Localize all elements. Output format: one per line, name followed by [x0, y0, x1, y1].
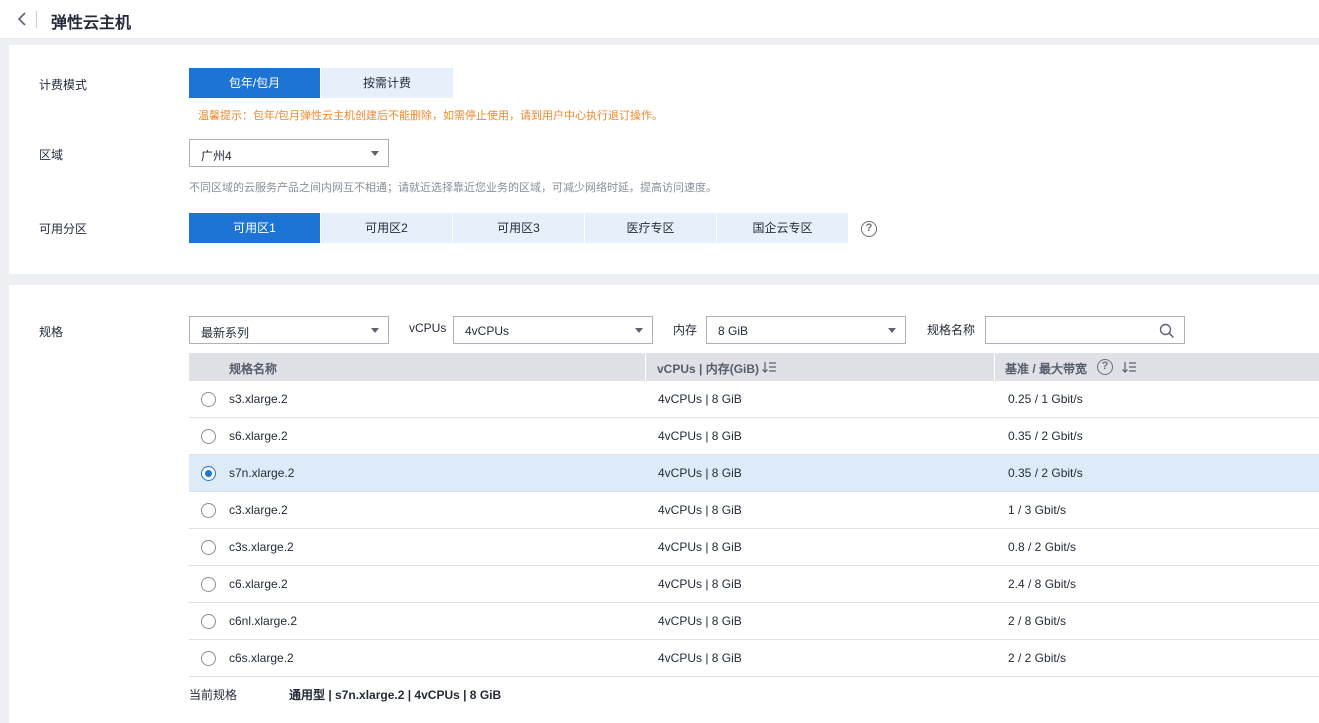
current-spec-label: 当前规格 — [189, 688, 238, 702]
column-divider — [645, 353, 646, 381]
series-select[interactable]: 最新系列 — [189, 316, 389, 344]
bandwidth-cell: 0.25 / 1 Gbit/s — [1008, 392, 1083, 406]
page-title: 弹性云主机 — [51, 15, 132, 32]
bandwidth-cell: 2.4 / 8 Gbit/s — [1008, 577, 1077, 591]
spec-name-cell: s6.xlarge.2 — [229, 429, 288, 443]
column-header-bandwidth[interactable]: 基准 / 最大带宽 — [1005, 360, 1087, 377]
spec-label: 规格 — [39, 325, 64, 339]
memory-label: 内存 — [673, 323, 698, 337]
vcpu-select[interactable]: 4vCPUs — [453, 316, 653, 344]
row-radio-button[interactable] — [201, 392, 216, 407]
chevron-down-icon — [371, 151, 379, 156]
column-header-name: 规格名称 — [229, 362, 278, 376]
bandwidth-cell: 0.8 / 2 Gbit/s — [1008, 540, 1077, 554]
sort-icon[interactable] — [762, 361, 776, 376]
chevron-down-icon — [888, 328, 896, 333]
billing-hint: 温馨提示：包年/包月弹性云主机创建后不能删除，如需停止使用，请到用户中心执行退订… — [198, 110, 664, 122]
row-radio-button[interactable] — [201, 540, 216, 555]
region-value: 广州4 — [201, 149, 232, 163]
spec-name-search[interactable] — [985, 316, 1185, 344]
spec-name-cell: c3s.xlarge.2 — [229, 540, 294, 554]
cpu-mem-cell: 4vCPUs | 8 GiB — [658, 540, 742, 554]
chevron-down-icon — [371, 328, 379, 333]
back-arrow-icon[interactable] — [14, 9, 32, 29]
row-radio-button[interactable] — [201, 503, 216, 518]
spec-name-cell: c6nl.xlarge.2 — [229, 614, 298, 628]
bandwidth-cell: 2 / 8 Gbit/s — [1008, 614, 1067, 628]
table-row[interactable]: c3.xlarge.2 4vCPUs | 8 GiB 1 / 3 Gbit/s — [189, 492, 1319, 529]
table-row[interactable]: c6s.xlarge.2 4vCPUs | 8 GiB 2 / 2 Gbit/s — [189, 640, 1319, 677]
memory-select[interactable]: 8 GiB — [706, 316, 906, 344]
table-row[interactable]: s6.xlarge.2 4vCPUs | 8 GiB 0.35 / 2 Gbit/s — [189, 418, 1319, 455]
cpu-mem-cell: 4vCPUs | 8 GiB — [658, 466, 742, 480]
region-label: 区域 — [39, 148, 64, 162]
row-radio-button[interactable] — [201, 429, 216, 444]
question-circle-icon[interactable]: ? — [1097, 359, 1113, 375]
chevron-down-icon — [635, 328, 643, 333]
table-row[interactable]: s7n.xlarge.2 4vCPUs | 8 GiB 0.35 / 2 Gbit/… — [189, 455, 1319, 492]
table-row[interactable]: c6nl.xlarge.2 4vCPUs | 8 GiB 2 / 8 Gbit/s — [189, 603, 1319, 640]
spec-name-cell: c3.xlarge.2 — [229, 503, 288, 517]
bandwidth-cell: 1 / 3 Gbit/s — [1008, 503, 1067, 517]
series-value: 最新系列 — [201, 326, 250, 340]
spec-name-cell: s3.xlarge.2 — [229, 392, 288, 406]
row-radio-button[interactable] — [201, 466, 216, 481]
cpu-mem-cell: 4vCPUs | 8 GiB — [658, 614, 742, 628]
row-radio-button[interactable] — [201, 651, 216, 666]
sort-icon[interactable] — [1122, 361, 1136, 376]
memory-value: 8 GiB — [718, 324, 749, 338]
spec-name-label: 规格名称 — [927, 323, 976, 337]
az-option-2[interactable]: 可用区2 — [321, 213, 452, 243]
spec-table: 规格名称 vCPUs | 内存(GiB) 基准 / 最大带宽 ? s3.xlar… — [189, 353, 1319, 677]
spec-card: 规格 最新系列 vCPUs 4vCPUs 内存 8 GiB 规格名称 规格名称 … — [9, 285, 1319, 723]
table-row[interactable]: c3s.xlarge.2 4vCPUs | 8 GiB 0.8 / 2 Gbit/s — [189, 529, 1319, 566]
spec-name-input[interactable] — [992, 321, 1152, 339]
spec-name-cell: c6.xlarge.2 — [229, 577, 288, 591]
cpu-mem-cell: 4vCPUs | 8 GiB — [658, 429, 742, 443]
question-circle-icon[interactable]: ? — [861, 221, 877, 237]
az-option-medical[interactable]: 医疗专区 — [585, 213, 716, 243]
cpu-mem-cell: 4vCPUs | 8 GiB — [658, 651, 742, 665]
table-row[interactable]: c6.xlarge.2 4vCPUs | 8 GiB 2.4 / 8 Gbit/s — [189, 566, 1319, 603]
bandwidth-cell: 2 / 2 Gbit/s — [1008, 651, 1067, 665]
cpu-mem-cell: 4vCPUs | 8 GiB — [658, 392, 742, 406]
spec-name-cell: s7n.xlarge.2 — [229, 466, 295, 480]
region-select[interactable]: 广州4 — [189, 139, 389, 167]
row-radio-button[interactable] — [201, 614, 216, 629]
vcpu-value: 4vCPUs — [465, 324, 510, 338]
vcpu-label: vCPUs — [409, 321, 447, 335]
az-option-soe-cloud[interactable]: 国企云专区 — [717, 213, 848, 243]
bandwidth-cell: 0.35 / 2 Gbit/s — [1008, 466, 1083, 480]
table-header: 规格名称 vCPUs | 内存(GiB) 基准 / 最大带宽 ? — [189, 353, 1319, 381]
spec-name-cell: c6s.xlarge.2 — [229, 651, 294, 665]
column-divider — [994, 353, 995, 381]
bandwidth-cell: 0.35 / 2 Gbit/s — [1008, 429, 1083, 443]
page-header: 弹性云主机 — [0, 0, 1319, 39]
header-divider — [36, 11, 37, 28]
az-option-1[interactable]: 可用区1 — [189, 213, 320, 243]
az-option-3[interactable]: 可用区3 — [453, 213, 584, 243]
row-radio-button[interactable] — [201, 577, 216, 592]
table-row[interactable]: s3.xlarge.2 4vCPUs | 8 GiB 0.25 / 1 Gbit/s — [189, 381, 1319, 418]
current-spec-value: 通用型 | s7n.xlarge.2 | 4vCPUs | 8 GiB — [289, 688, 502, 702]
region-hint: 不同区域的云服务产品之间内网互不相通；请就近选择靠近您业务的区域，可减少网络时延… — [189, 182, 717, 194]
az-label: 可用分区 — [39, 222, 88, 236]
cpu-mem-cell: 4vCPUs | 8 GiB — [658, 577, 742, 591]
billing-option-yearly[interactable]: 包年/包月 — [189, 68, 320, 98]
cpu-mem-cell: 4vCPUs | 8 GiB — [658, 503, 742, 517]
table-body: s3.xlarge.2 4vCPUs | 8 GiB 0.25 / 1 Gbit/s… — [189, 381, 1319, 677]
billing-option-on-demand[interactable]: 按需计费 — [321, 68, 453, 98]
billing-label: 计费模式 — [39, 78, 88, 92]
column-header-cpu-mem[interactable]: vCPUs | 内存(GiB) — [657, 360, 759, 377]
search-icon[interactable] — [1159, 323, 1175, 342]
basic-config-card: 计费模式 包年/包月 按需计费 温馨提示：包年/包月弹性云主机创建后不能删除，如… — [9, 45, 1319, 274]
